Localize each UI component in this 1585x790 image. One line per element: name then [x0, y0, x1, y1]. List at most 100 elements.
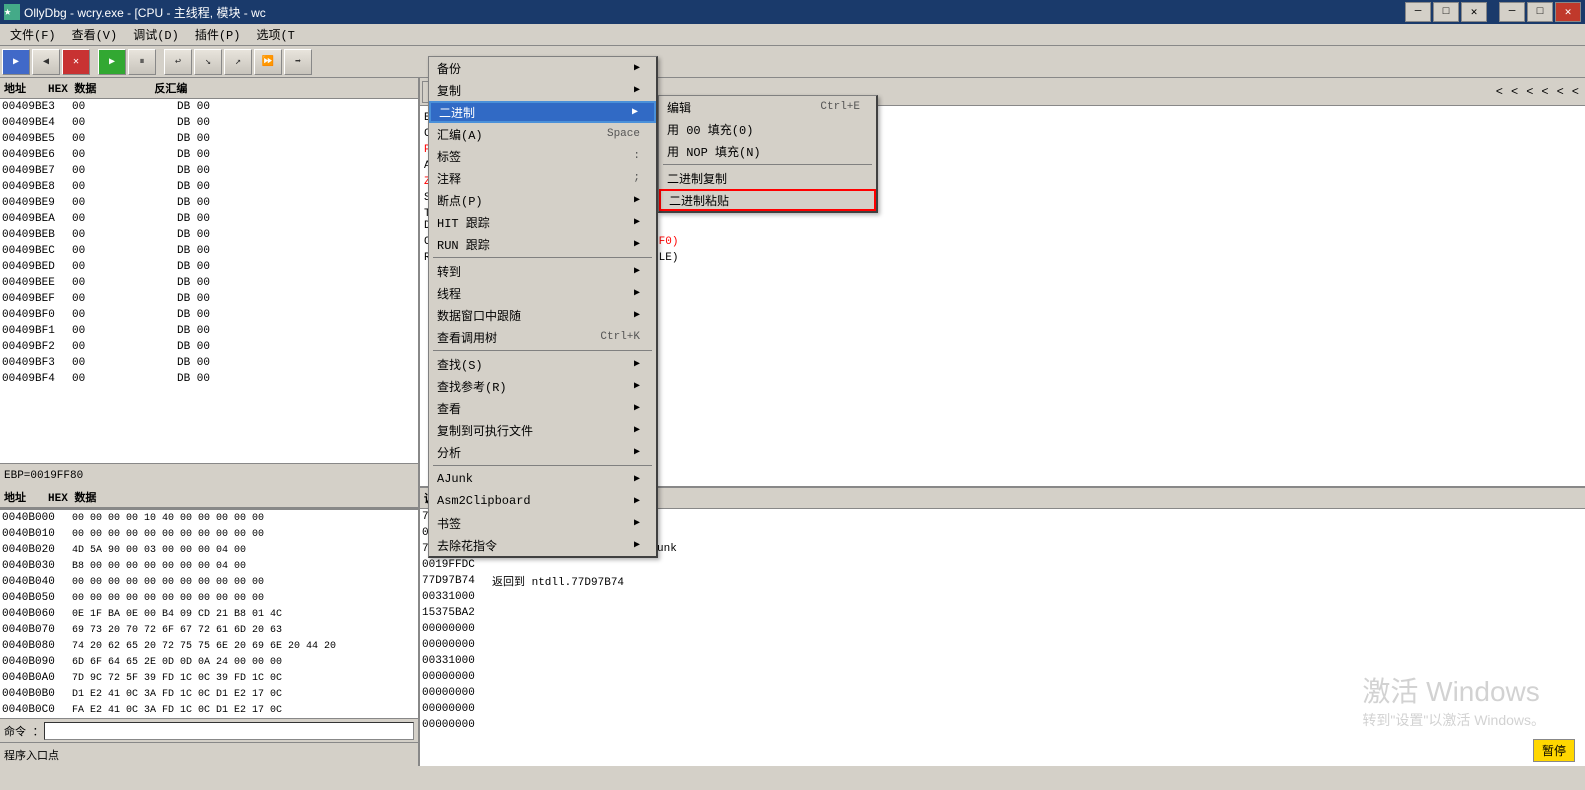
- table-row[interactable]: 00409BF300DB 00: [0, 355, 418, 371]
- table-row[interactable]: 00409BED00DB 00: [0, 259, 418, 275]
- table-row[interactable]: 00409BF400DB 00: [0, 371, 418, 387]
- menu-entry-assemble[interactable]: 汇编(A) Space: [429, 123, 656, 145]
- menu-entry-follow-data[interactable]: 数据窗口中跟随 ▶: [429, 304, 656, 326]
- list-item[interactable]: 0040B05000 00 00 00 00 00 00 00 00 00 00: [0, 590, 418, 606]
- toolbar-btn-2[interactable]: ✕: [62, 49, 90, 75]
- table-row[interactable]: 00409BE900DB 00: [0, 195, 418, 211]
- table-row[interactable]: 00409BE800DB 00: [0, 179, 418, 195]
- toolbar-btn-9[interactable]: ➡: [284, 49, 312, 75]
- toolbar-btn-7[interactable]: ↗: [224, 49, 252, 75]
- toolbar-btn-0[interactable]: ▶: [2, 49, 30, 75]
- submenu-fillnop[interactable]: 用 NOP 填充(N): [659, 140, 876, 162]
- submenu-binary-paste[interactable]: 二进制粘贴: [659, 189, 876, 211]
- menu-file[interactable]: 文件(F): [2, 24, 64, 45]
- table-row[interactable]: 00409BEB00DB 00: [0, 227, 418, 243]
- list-item[interactable]: 0040B04000 00 00 00 00 00 00 00 00 00 00: [0, 574, 418, 590]
- toolbar-btn-8[interactable]: ⏩: [254, 49, 282, 75]
- menu-entry-thread[interactable]: 线程 ▶: [429, 282, 656, 304]
- list-item[interactable]: 0019FFDC: [420, 557, 1585, 573]
- table-row[interactable]: 00409BF000DB 00: [0, 307, 418, 323]
- nav-arrow-3[interactable]: <: [1522, 85, 1537, 99]
- sub-minimize-btn[interactable]: ─: [1405, 2, 1431, 22]
- menu-entry-analyze[interactable]: 分析 ▶: [429, 441, 656, 463]
- submenu-fill00[interactable]: 用 00 填充(0): [659, 118, 876, 140]
- arrow-view: ▶: [634, 402, 640, 414]
- menu-entry-ajunk[interactable]: AJunk ▶: [429, 468, 656, 490]
- nav-arrow-4[interactable]: <: [1537, 85, 1552, 99]
- list-item[interactable]: 0040B0204D 5A 90 00 03 00 00 00 04 00: [0, 542, 418, 558]
- list-item[interactable]: 0040B0906D 6F 64 65 2E 0D 0D 0A 24 00 00…: [0, 654, 418, 670]
- menu-entry-search[interactable]: 查找(S) ▶: [429, 353, 656, 375]
- list-item[interactable]: 0040B0600E 1F BA 0E 00 B4 09 CD 21 B8 01…: [0, 606, 418, 622]
- table-row[interactable]: 00409BF200DB 00: [0, 339, 418, 355]
- menu-entry-hit-trace[interactable]: HIT 跟踪 ▶: [429, 211, 656, 233]
- list-item[interactable]: 00331000: [420, 653, 1585, 669]
- cmd-input[interactable]: [44, 722, 414, 740]
- menu-entry-comment[interactable]: 注释 ;: [429, 167, 656, 189]
- nav-arrow-5[interactable]: <: [1553, 85, 1568, 99]
- list-item[interactable]: 0040B00000 00 00 00 10 40 00 00 00 00 00: [0, 510, 418, 526]
- nav-arrow-6[interactable]: <: [1568, 85, 1583, 99]
- menu-entry-run-trace[interactable]: RUN 跟踪 ▶: [429, 233, 656, 255]
- toolbar-btn-1[interactable]: ◀: [32, 49, 60, 75]
- list-item[interactable]: 0040B07069 73 20 70 72 6F 67 72 61 6D 20…: [0, 622, 418, 638]
- table-row[interactable]: 00409BEA00DB 00: [0, 211, 418, 227]
- toolbar-btn-4[interactable]: ⏸: [128, 49, 156, 75]
- list-item[interactable]: 00000000: [420, 637, 1585, 653]
- list-item[interactable]: 00331000: [420, 589, 1585, 605]
- menu-entry-binary[interactable]: 二进制 ▶: [429, 101, 656, 123]
- list-item[interactable]: 00000000: [420, 621, 1585, 637]
- toolbar-btn-6[interactable]: ↘: [194, 49, 222, 75]
- list-item[interactable]: 0040B0C0FA E2 41 0C 3A FD 1C 0C D1 E2 17…: [0, 702, 418, 718]
- table-row[interactable]: 00409BEC00DB 00: [0, 243, 418, 259]
- menu-view[interactable]: 查看(V): [64, 24, 126, 45]
- menu-entry-backup[interactable]: 备份 ▶: [429, 57, 656, 79]
- menu-debug[interactable]: 调试(D): [125, 24, 187, 45]
- menu-entry-search-ref[interactable]: 查找参考(R) ▶: [429, 375, 656, 397]
- maximize-btn[interactable]: □: [1527, 2, 1553, 22]
- menu-entry-label[interactable]: 标签 :: [429, 145, 656, 167]
- menu-entry-view[interactable]: 查看 ▶: [429, 397, 656, 419]
- table-row[interactable]: 00409BF100DB 00: [0, 323, 418, 339]
- list-item[interactable]: 00000000: [420, 669, 1585, 685]
- list-item[interactable]: 00000000: [420, 685, 1585, 701]
- menu-entry-asm2clip[interactable]: Asm2Clipboard ▶: [429, 490, 656, 512]
- sub-maximize-btn[interactable]: □: [1433, 2, 1459, 22]
- table-row[interactable]: 00409BE600DB 00: [0, 147, 418, 163]
- sub-close-btn[interactable]: ✕: [1461, 2, 1487, 22]
- list-item[interactable]: 0040B030B8 00 00 00 00 00 00 00 04 00: [0, 558, 418, 574]
- list-item[interactable]: 0040B08074 20 62 65 20 72 75 75 6E 20 69…: [0, 638, 418, 654]
- menu-options[interactable]: 选项(T: [248, 24, 302, 45]
- toolbar-btn-3[interactable]: ▶: [98, 49, 126, 75]
- menu-label-analyze: 分析: [437, 444, 461, 461]
- close-btn[interactable]: ✕: [1555, 2, 1581, 22]
- table-row[interactable]: 00409BEE00DB 00: [0, 275, 418, 291]
- menu-entry-calltree[interactable]: 查看调用树 Ctrl+K: [429, 326, 656, 348]
- submenu-edit[interactable]: 编辑 Ctrl+E: [659, 96, 876, 118]
- list-item[interactable]: 0040B0B0D1 E2 41 0C 3A FD 1C 0C D1 E2 17…: [0, 686, 418, 702]
- table-row[interactable]: 00409BE500DB 00: [0, 131, 418, 147]
- list-item[interactable]: 0040B0A07D 9C 72 5F 39 FD 1C 0C 39 FD 1C…: [0, 670, 418, 686]
- list-item[interactable]: 00000000: [420, 717, 1585, 733]
- menu-entry-goto[interactable]: 转到 ▶: [429, 260, 656, 282]
- nav-arrow-2[interactable]: <: [1507, 85, 1522, 99]
- list-item[interactable]: 00000000: [420, 701, 1585, 717]
- menu-entry-junk[interactable]: 去除花指令 ▶: [429, 534, 656, 556]
- list-item[interactable]: 15375BA2: [420, 605, 1585, 621]
- menu-entry-breakpoint[interactable]: 断点(P) ▶: [429, 189, 656, 211]
- table-row[interactable]: 00409BEF00DB 00: [0, 291, 418, 307]
- toolbar-btn-5[interactable]: ↩: [164, 49, 192, 75]
- table-row[interactable]: 00409BE700DB 00: [0, 163, 418, 179]
- submenu-binary-copy[interactable]: 二进制复制: [659, 167, 876, 189]
- list-item[interactable]: 77D97B74返回到 ntdll.77D97B74: [420, 573, 1585, 589]
- menu-entry-copy-exec[interactable]: 复制到可执行文件 ▶: [429, 419, 656, 441]
- menu-plugin[interactable]: 插件(P): [187, 24, 249, 45]
- list-item[interactable]: 0040B01000 00 00 00 00 00 00 00 00 00 00: [0, 526, 418, 542]
- table-row[interactable]: 00409BE300DB 00: [0, 99, 418, 115]
- minimize-btn[interactable]: ─: [1499, 2, 1525, 22]
- menu-entry-copy[interactable]: 复制 ▶: [429, 79, 656, 101]
- nav-arrow-1[interactable]: <: [1492, 85, 1507, 99]
- table-row[interactable]: 00409BE400DB 00: [0, 115, 418, 131]
- submenu-label-fillnop: 用 NOP 填充(N): [667, 143, 761, 160]
- menu-entry-bookmark[interactable]: 书签 ▶: [429, 512, 656, 534]
